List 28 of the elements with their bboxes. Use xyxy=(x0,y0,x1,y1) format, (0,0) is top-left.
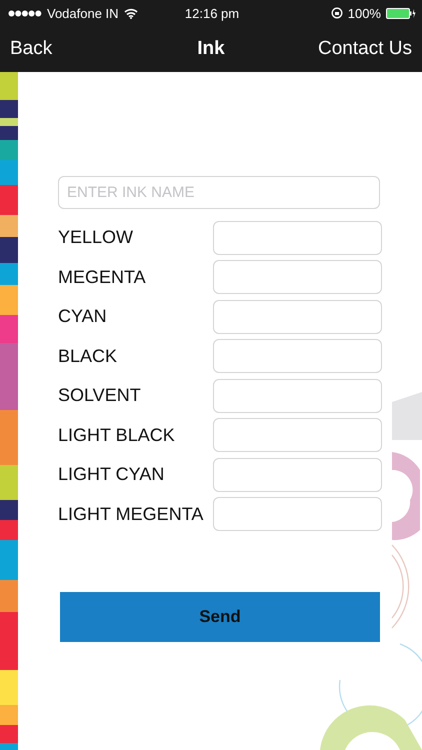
input-field[interactable] xyxy=(213,418,382,452)
field-label: LIGHT BLACK xyxy=(58,424,175,446)
send-button[interactable]: Send xyxy=(60,592,380,642)
field-label: MEGENTA xyxy=(58,266,146,288)
input-field[interactable] xyxy=(213,300,382,334)
input-field[interactable] xyxy=(213,220,382,255)
signal-icon xyxy=(8,10,42,16)
back-link[interactable]: Back xyxy=(10,38,52,60)
ink-name-field[interactable]: ENTER INK NAME xyxy=(58,176,380,209)
rotation-lock-icon xyxy=(330,7,343,19)
page-title: Ink xyxy=(197,38,225,60)
input-field[interactable] xyxy=(213,339,382,374)
field-label: LIGHT CYAN xyxy=(58,464,164,486)
battery-icon xyxy=(386,8,416,18)
field-label: YELLOW xyxy=(58,227,134,248)
status-time: 12:16 pm xyxy=(184,6,240,20)
field-label: CYAN xyxy=(58,306,107,328)
input-field[interactable] xyxy=(213,260,382,294)
carrier-name: Vodafone IN xyxy=(47,6,119,20)
field-label: LIGHT MEGENTA xyxy=(58,504,204,525)
wifi-icon xyxy=(124,8,138,18)
field-label: SOLVENT xyxy=(58,385,141,406)
input-field[interactable] xyxy=(213,497,382,532)
input-field[interactable] xyxy=(213,378,382,413)
input-field[interactable] xyxy=(213,458,382,492)
field-label: BLACK xyxy=(58,346,118,367)
contact-us-link[interactable]: Contact Us xyxy=(318,38,412,60)
battery-percent: 100% xyxy=(348,6,381,20)
